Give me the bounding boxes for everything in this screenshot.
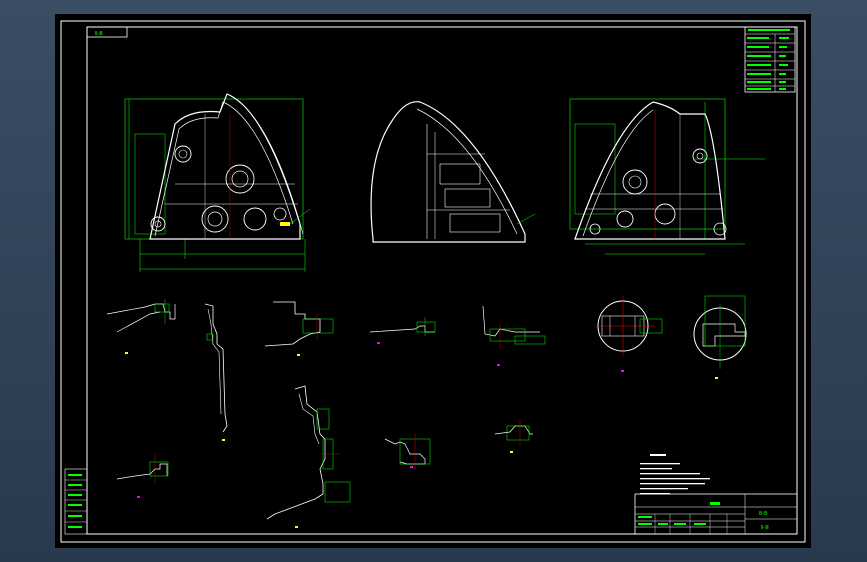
section-detail-9 xyxy=(494,419,533,453)
title-block: B-B Ⅱ-Ⅲ xyxy=(634,493,798,535)
front-view-lamp xyxy=(124,93,311,272)
side-view-lamp xyxy=(370,101,536,243)
revision-block xyxy=(64,468,88,535)
circular-detail-1 xyxy=(595,296,663,372)
drawing-canvas: Ⅱ-Ⅲ B-B Ⅱ-Ⅲ xyxy=(60,20,806,543)
technical-notes xyxy=(640,454,710,495)
section-detail-3 xyxy=(264,301,334,356)
rear-view-lamp xyxy=(569,98,765,255)
section-detail-7 xyxy=(266,385,351,528)
tag-box: Ⅱ-Ⅲ xyxy=(86,26,128,38)
circular-detail-2 xyxy=(693,295,747,379)
drawing-number: Ⅱ-Ⅲ xyxy=(761,525,769,531)
section-detail-5 xyxy=(482,305,546,366)
section-detail-4 xyxy=(369,317,436,344)
material-label: B-B xyxy=(759,511,768,517)
section-detail-6 xyxy=(116,454,169,498)
section-detail-2 xyxy=(204,303,228,441)
spec-table xyxy=(744,26,796,93)
tag-label: Ⅱ-Ⅲ xyxy=(95,31,103,37)
section-detail-8 xyxy=(384,434,431,469)
inner-frame xyxy=(86,26,798,535)
cad-viewport[interactable]: Ⅱ-Ⅲ B-B Ⅱ-Ⅲ xyxy=(55,14,811,548)
section-detail-1 xyxy=(106,299,176,354)
